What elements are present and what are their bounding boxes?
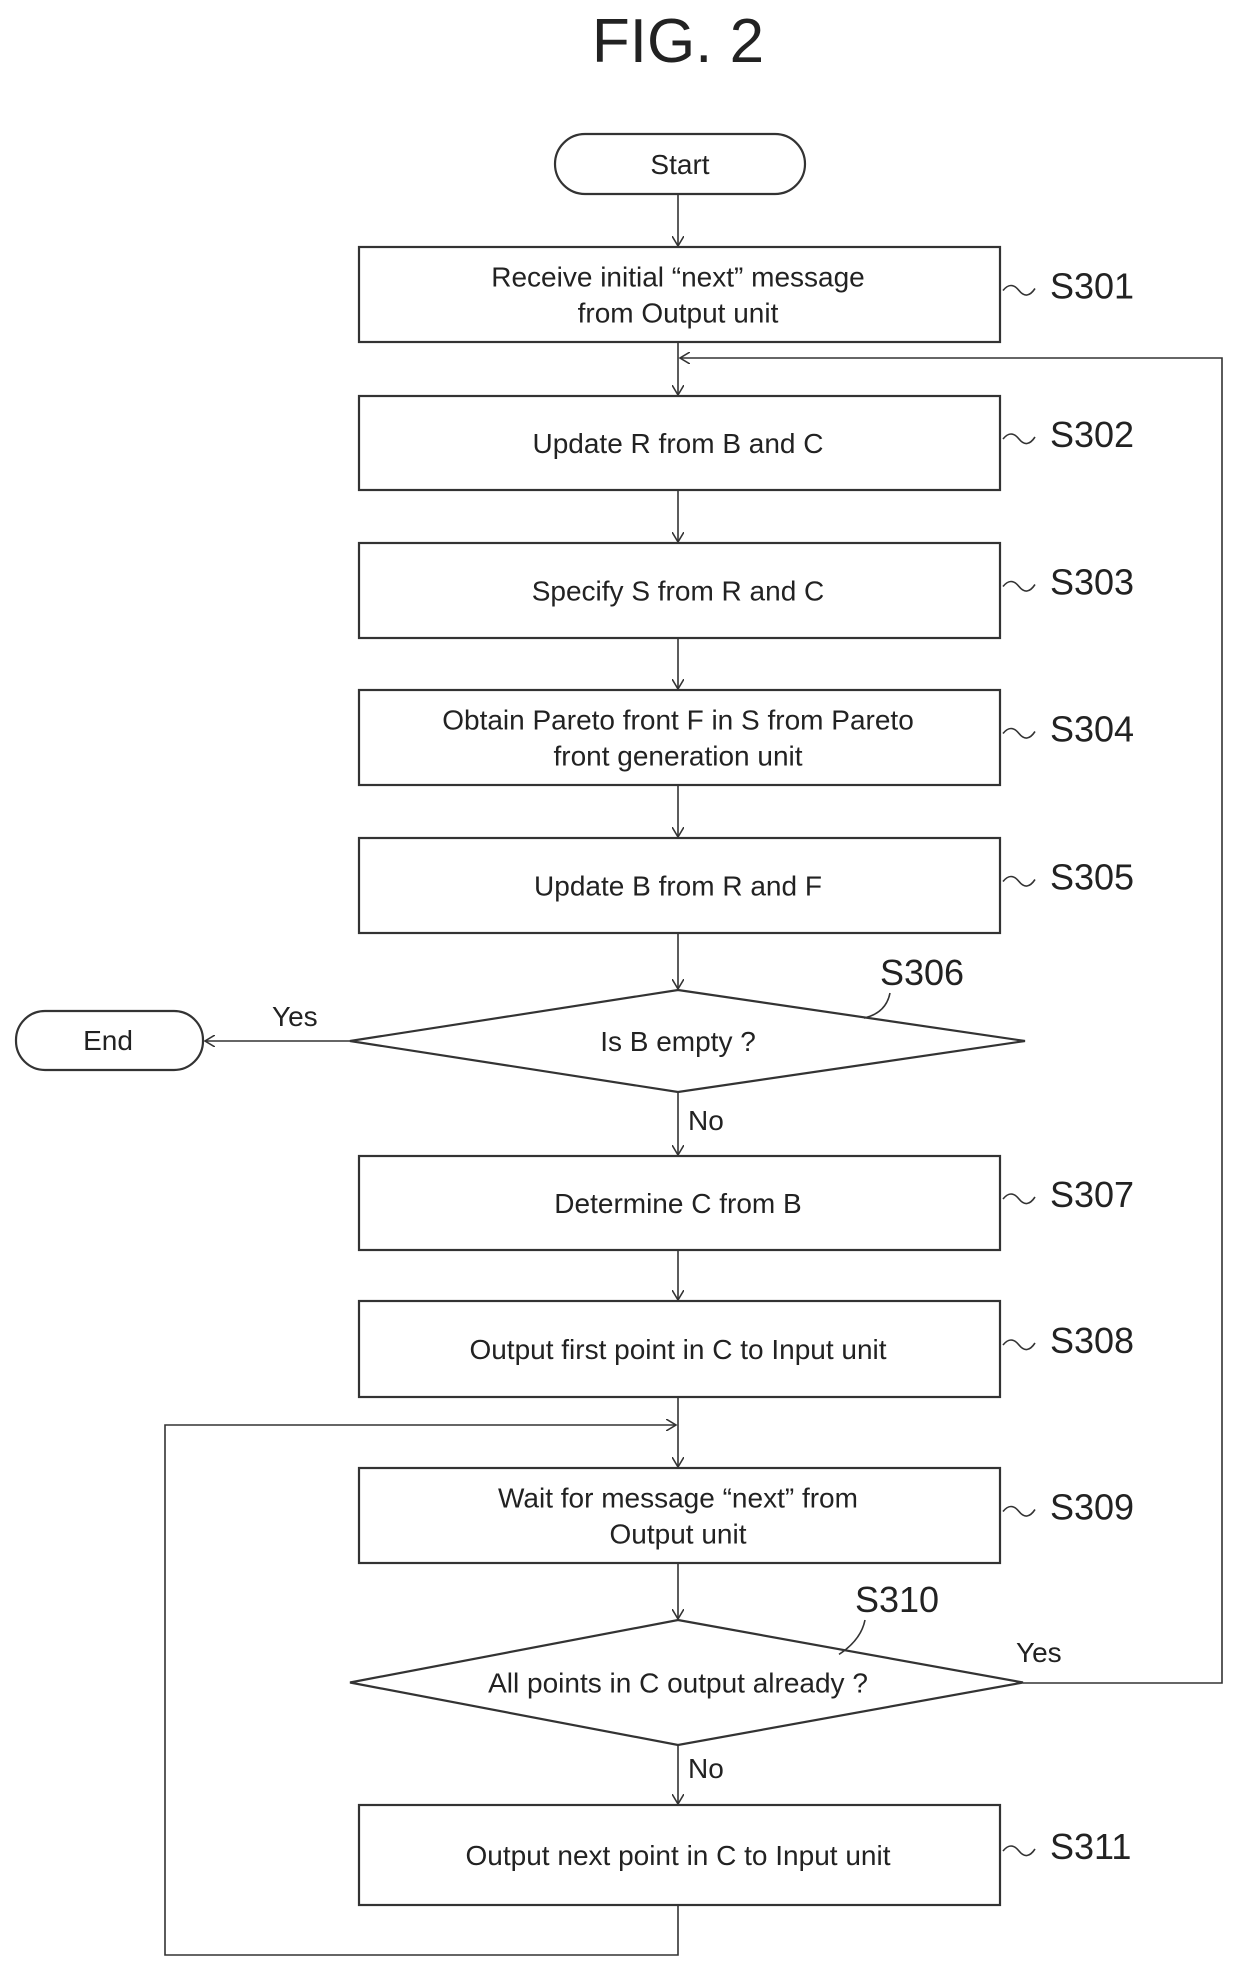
step-s305: S305 Update B from R and F (357, 836, 1134, 935)
step-text: Determine C from B (554, 1188, 801, 1219)
leader-line (1002, 727, 1036, 739)
step-s307: S307 Determine C from B (357, 1154, 1134, 1252)
start-terminal: Start (553, 132, 807, 196)
end-terminal: End (14, 1009, 205, 1072)
s310-yes-label: Yes (1016, 1637, 1062, 1668)
s306-no-label: No (688, 1105, 724, 1136)
step-id-label: S309 (1050, 1487, 1134, 1528)
step-text: Update B from R and F (534, 871, 822, 902)
leader-line (1002, 580, 1036, 592)
s310-no-label: No (688, 1753, 724, 1784)
step-s310: S310 All points in C output already ? (349, 1579, 1024, 1747)
step-id-label: S306 (880, 952, 964, 993)
step-id-label: S304 (1050, 709, 1134, 750)
step-s303: S303 Specify S from R and C (357, 541, 1134, 640)
step-text: Specify S from R and C (532, 576, 825, 607)
figure-title: FIG. 2 (592, 7, 764, 76)
leader-line (1002, 1505, 1036, 1517)
leader-line (863, 992, 891, 1019)
step-id-label: S310 (855, 1579, 939, 1620)
step-text: front generation unit (553, 741, 802, 772)
step-text: from Output unit (578, 298, 779, 329)
step-text: Is B empty ? (600, 1026, 756, 1057)
leader-line (1002, 284, 1036, 296)
step-text: Update R from B and C (532, 428, 823, 459)
step-s301: S301 Receive initial “next” message from O… (357, 245, 1134, 344)
step-s302: S302 Update R from B and C (357, 394, 1134, 492)
step-s304: S304 Obtain Pareto front F in S from Pare… (357, 688, 1134, 787)
step-text: Output first point in C to Input unit (469, 1334, 886, 1365)
leader-line (1002, 1845, 1036, 1857)
leader-line (1002, 433, 1036, 445)
s306-yes-label: Yes (272, 1001, 318, 1032)
step-id-label: S308 (1050, 1320, 1134, 1361)
flowchart: FIG. 2 Start End Yes No Yes No S301 Recei… (14, 7, 1223, 1956)
leader-line (1002, 1193, 1036, 1205)
step-text: All points in C output already ? (488, 1668, 868, 1699)
leader-line (1002, 1339, 1036, 1351)
step-text: Wait for message “next” from (498, 1483, 858, 1514)
step-s309: S309 Wait for message “next” from Output u… (357, 1466, 1134, 1565)
step-id-label: S301 (1050, 266, 1134, 307)
step-text: Output next point in C to Input unit (466, 1840, 891, 1871)
step-id-label: S307 (1050, 1174, 1134, 1215)
leader-line (1002, 875, 1036, 887)
step-text: Receive initial “next” message (491, 262, 865, 293)
step-s308: S308 Output first point in C to Input uni… (357, 1299, 1134, 1399)
step-text: Obtain Pareto front F in S from Pareto (442, 705, 914, 736)
end-label: End (83, 1025, 133, 1056)
step-id-label: S311 (1050, 1826, 1131, 1867)
step-id-label: S302 (1050, 414, 1134, 455)
step-s311: S311 Output next point in C to Input unit (357, 1803, 1131, 1907)
start-label: Start (650, 149, 709, 180)
step-s306: S306 Is B empty ? (349, 952, 1026, 1094)
step-id-label: S305 (1050, 857, 1134, 898)
step-text: Output unit (610, 1519, 747, 1550)
step-id-label: S303 (1050, 562, 1134, 603)
